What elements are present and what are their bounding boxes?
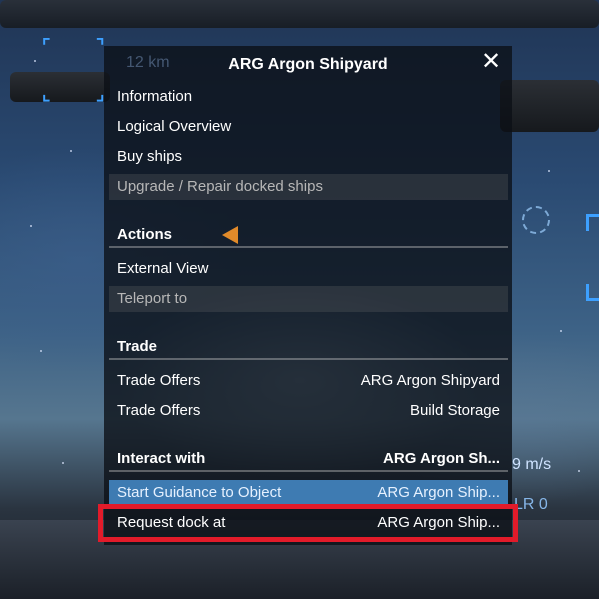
target-marker-icon — [222, 226, 238, 244]
station-structure — [0, 0, 599, 28]
hud-bracket-icon — [586, 214, 599, 231]
hud-bracket-icon — [586, 284, 599, 301]
menu-item-start-guidance[interactable]: Start Guidance to Object ARG Argon Ship.… — [109, 480, 508, 506]
menu-item-teleport: Teleport to — [109, 286, 508, 312]
menu-item-trade-offers-shipyard[interactable]: Trade Offers ARG Argon Shipyard — [109, 368, 508, 394]
menu-item-buy-ships[interactable]: Buy ships — [109, 144, 508, 170]
docked-ship-left — [10, 72, 110, 102]
menu-item-information[interactable]: Information — [109, 84, 508, 110]
hud-bracket-icon: ⌞ — [42, 84, 51, 104]
game-viewport[interactable]: ⌜ ⌝ ⌞ ⌟ 9 m/s LR 0 12 km ARG Argon Shipy… — [0, 0, 599, 599]
mode-readout: LR 0 — [514, 496, 548, 513]
section-header-trade: Trade — [109, 334, 508, 360]
menu-item-request-dock[interactable]: Request dock at ARG Argon Ship... — [109, 510, 508, 536]
menu-title: ARG Argon Shipyard — [228, 56, 388, 73]
section-header-actions: Actions — [109, 222, 508, 248]
section-header-interact: Interact with ARG Argon Sh... — [109, 446, 508, 472]
menu-item-upgrade-repair: Upgrade / Repair docked ships — [109, 174, 508, 200]
hud-bracket-icon: ⌜ — [42, 36, 51, 56]
menu-item-external-view[interactable]: External View — [109, 256, 508, 282]
target-reticle-icon — [522, 206, 550, 234]
menu-item-trade-offers-storage[interactable]: Trade Offers Build Storage — [109, 398, 508, 424]
interact-target: ARG Argon Sh... — [383, 450, 500, 467]
interaction-menu: 12 km ARG Argon Shipyard ✕ Information L… — [104, 46, 512, 545]
close-icon[interactable]: ✕ — [478, 50, 504, 76]
docked-ship-right — [500, 80, 599, 132]
speed-readout: 9 m/s — [512, 456, 552, 473]
menu-item-logical-overview[interactable]: Logical Overview — [109, 114, 508, 140]
